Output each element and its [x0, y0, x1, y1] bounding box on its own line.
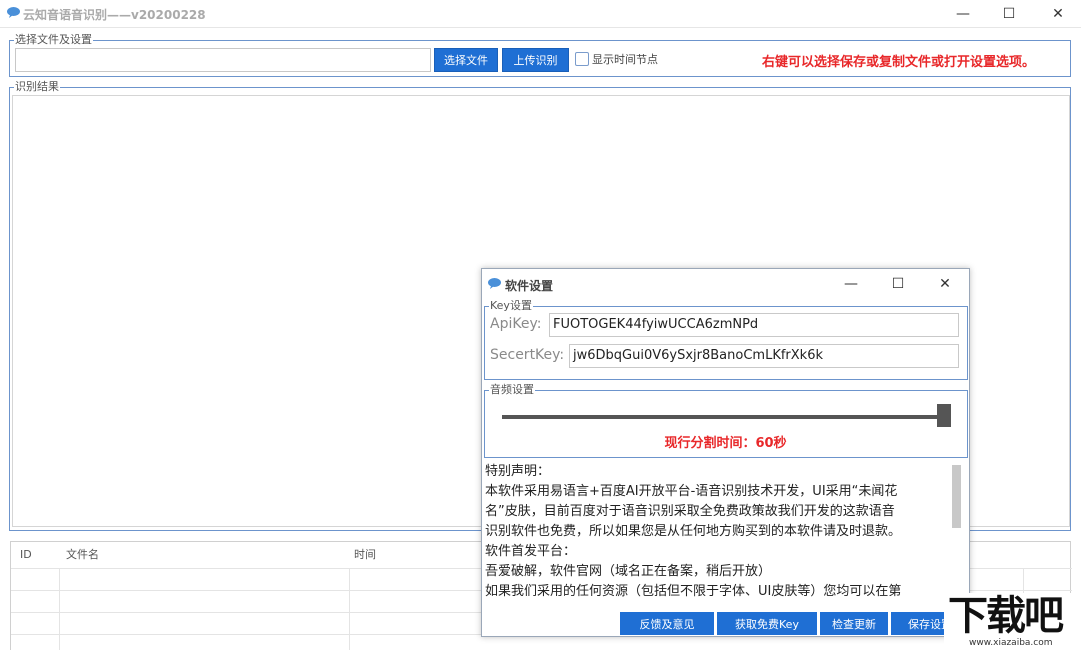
watermark-text: 下载吧: [948, 593, 1062, 639]
column-header-time[interactable]: 时间: [354, 542, 376, 568]
notice-line: 软件首发平台：: [485, 542, 956, 562]
watermark-url: www.xiazaiba.com: [969, 638, 1053, 648]
notice-line: 特别声明：: [485, 462, 956, 482]
watermark-logo: 下载吧 www.xiazaiba.com: [944, 593, 1081, 650]
select-file-button[interactable]: 选择文件: [434, 48, 498, 72]
dialog-logo-icon: [488, 278, 501, 289]
main-title-bar: 云知音语音识别——v20200228 — ☐ ✕: [0, 0, 1081, 28]
key-settings-legend: Key设置: [489, 299, 533, 313]
column-header-filename[interactable]: 文件名: [66, 542, 99, 568]
dialog-minimize-button[interactable]: —: [828, 271, 874, 297]
result-legend: 识别结果: [14, 80, 60, 94]
secret-key-label: SecertKey:: [490, 347, 564, 363]
checkbox-box[interactable]: [575, 52, 589, 66]
api-key-input[interactable]: FUOTOGEK44fyiwUCCA6zmNPd: [549, 313, 959, 337]
split-time-slider-thumb[interactable]: [937, 404, 951, 427]
notice-line: 识别软件也免费，所以如果您是从任何地方购买到的本软件请及时退款。: [485, 522, 956, 542]
app-logo-icon: [7, 7, 20, 18]
file-path-input[interactable]: [15, 48, 431, 72]
file-settings-legend: 选择文件及设置: [14, 33, 93, 47]
notice-line: 本软件采用易语言+百度AI开放平台-语音识别技术开发，UI采用“未闻花: [485, 482, 956, 502]
show-time-label: 显示时间节点: [592, 51, 658, 67]
column-header-id[interactable]: ID: [20, 542, 32, 568]
check-update-button[interactable]: 检查更新: [820, 612, 888, 635]
notice-text-area[interactable]: 特别声明： 本软件采用易语言+百度AI开放平台-语音识别技术开发，UI采用“未闻…: [482, 462, 956, 606]
notice-line: 吾爱破解，软件官网（域名正在备案，稍后开放）: [485, 562, 956, 582]
split-time-slider-track[interactable]: [502, 415, 942, 419]
right-click-hint: 右键可以选择保存或复制文件或打开设置选项。: [762, 51, 1035, 70]
table-column-divider: [59, 568, 60, 650]
table-column-divider: [349, 568, 350, 650]
settings-dialog: 软件设置 — ☐ ✕ Key设置 ApiKey: FUOTOGEK44fyiwU…: [481, 268, 970, 637]
get-free-key-button[interactable]: 获取免费Key: [717, 612, 817, 635]
notice-line: 名”皮肤，目前百度对于语音识别采取全免费政策故我们开发的这款语音: [485, 502, 956, 522]
audio-settings-legend: 音频设置: [489, 383, 535, 397]
minimize-button[interactable]: —: [940, 0, 986, 28]
feedback-button[interactable]: 反馈及意见: [620, 612, 714, 635]
dialog-title-bar: 软件设置 — ☐ ✕: [482, 269, 969, 299]
notice-line: 如果我们采用的任何资源（包括但不限于字体、UI皮肤等）您均可以在第: [485, 582, 956, 602]
dialog-maximize-button[interactable]: ☐: [875, 271, 921, 297]
secret-key-input[interactable]: jw6DbqGui0V6ySxjr8BanoCmLKfrXk6k: [569, 344, 959, 368]
dialog-title: 软件设置: [505, 277, 553, 294]
dialog-close-button[interactable]: ✕: [922, 271, 968, 297]
split-time-text: 现行分割时间：60秒: [482, 432, 969, 451]
maximize-button[interactable]: ☐: [986, 0, 1032, 28]
notice-scrollbar[interactable]: [952, 465, 961, 528]
show-time-checkbox[interactable]: 显示时间节点: [575, 51, 658, 67]
api-key-label: ApiKey:: [490, 316, 541, 332]
window-title: 云知音语音识别——v20200228: [23, 6, 206, 23]
close-button[interactable]: ✕: [1035, 0, 1081, 28]
upload-recognize-button[interactable]: 上传识别: [502, 48, 569, 72]
